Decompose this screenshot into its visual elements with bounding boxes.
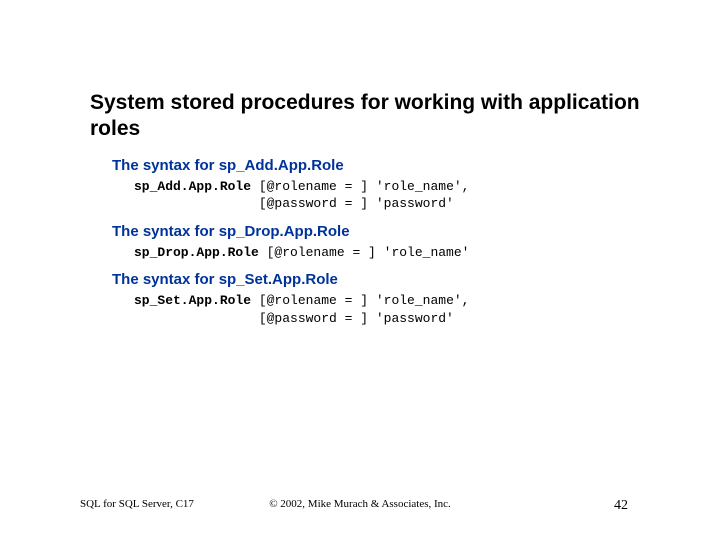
code-bold-3: sp_Set.App.Role xyxy=(134,293,251,308)
code-rest-2: [@rolename = ] 'role_name' xyxy=(259,245,470,260)
code-block-1: sp_Add.App.Role [@rolename = ] 'role_nam… xyxy=(134,178,660,213)
section-heading-1: The syntax for sp_Add.App.Role xyxy=(112,157,660,174)
slide-footer: SQL for SQL Server, C17 © 2002, Mike Mur… xyxy=(0,498,720,516)
slide-title: System stored procedures for working wit… xyxy=(90,90,660,143)
section-heading-2: The syntax for sp_Drop.App.Role xyxy=(112,223,660,240)
code-bold-2: sp_Drop.App.Role xyxy=(134,245,259,260)
code-block-3: sp_Set.App.Role [@rolename = ] 'role_nam… xyxy=(134,292,660,327)
slide-content: System stored procedures for working wit… xyxy=(90,90,660,327)
footer-page-number: 42 xyxy=(614,498,628,514)
code-block-2: sp_Drop.App.Role [@rolename = ] 'role_na… xyxy=(134,244,660,262)
section-heading-3: The syntax for sp_Set.App.Role xyxy=(112,271,660,288)
code-bold-1: sp_Add.App.Role xyxy=(134,179,251,194)
footer-center: © 2002, Mike Murach & Associates, Inc. xyxy=(0,498,720,510)
slide: System stored procedures for working wit… xyxy=(0,0,720,540)
